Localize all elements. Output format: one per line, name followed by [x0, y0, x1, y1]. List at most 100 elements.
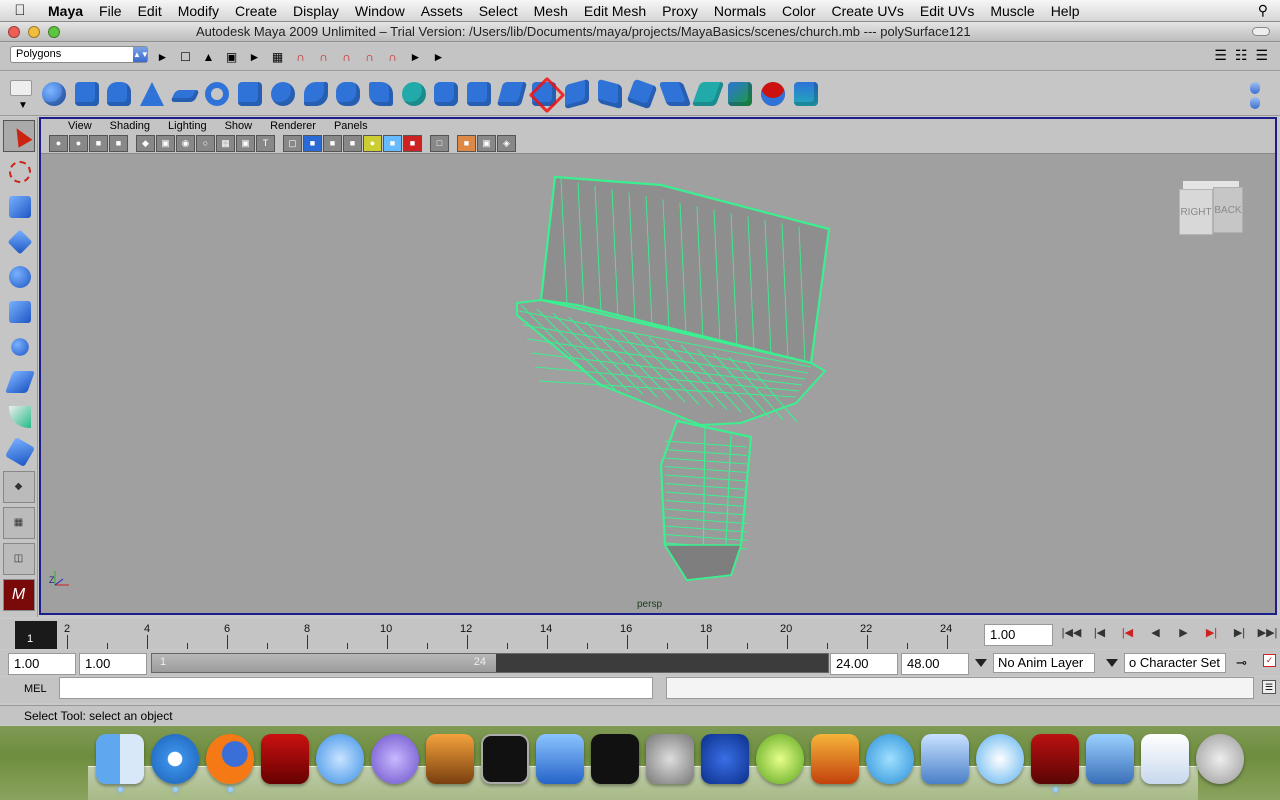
single-perspective-layout-button[interactable]: ◆	[2, 471, 35, 503]
panel-menu-lighting[interactable]: Lighting	[159, 119, 216, 134]
snap-plane-magnet-icon[interactable]: ∩	[359, 47, 380, 67]
play-backwards-icon[interactable]: ◀	[1142, 625, 1169, 641]
select-camera-icon[interactable]: ●	[49, 135, 68, 152]
playback-start-field[interactable]: 1.00	[79, 653, 147, 675]
word-icon[interactable]	[536, 734, 584, 784]
go-to-end-icon[interactable]: ▶▶|	[1254, 625, 1280, 641]
smooth-shade-icon[interactable]: ■	[303, 135, 322, 152]
perspective-viewport[interactable]: View Shading Lighting Show Renderer Pane…	[39, 117, 1277, 615]
finder-icon[interactable]	[96, 734, 144, 792]
safari-icon[interactable]	[151, 734, 199, 792]
select-tool[interactable]	[2, 120, 35, 152]
combine-icon[interactable]	[234, 76, 266, 112]
menu-muscle[interactable]: Muscle	[982, 0, 1042, 22]
step-back-frame-icon[interactable]: |◀	[1086, 625, 1113, 641]
menu-select[interactable]: Select	[471, 0, 526, 22]
camera-attributes-icon[interactable]: ●	[69, 135, 88, 152]
menu-create[interactable]: Create	[227, 0, 285, 22]
merge-vertices-icon[interactable]	[724, 76, 756, 112]
gate-mask-icon[interactable]: ○	[196, 135, 215, 152]
channel-box-icon[interactable]: ☰	[1255, 47, 1268, 64]
poly-cube-icon[interactable]	[71, 76, 103, 112]
extrude-icon[interactable]	[496, 76, 528, 112]
isolate-select-icon[interactable]: □	[430, 135, 449, 152]
menu-help[interactable]: Help	[1043, 0, 1088, 22]
boolean-difference-icon[interactable]	[398, 76, 430, 112]
snap-point-magnet-icon[interactable]: ∩	[336, 47, 357, 67]
menu-proxy[interactable]: Proxy	[654, 0, 706, 22]
split-polygon-icon[interactable]	[626, 76, 658, 112]
save-scene-icon[interactable]: ▣	[221, 47, 242, 67]
frog-icon[interactable]	[701, 734, 749, 784]
go-to-start-icon[interactable]: |◀◀	[1058, 625, 1085, 641]
current-frame-marker[interactable]: 1	[15, 621, 57, 649]
menu-edit-uvs[interactable]: Edit UVs	[912, 0, 982, 22]
textured-icon[interactable]: ■	[383, 135, 402, 152]
step-back-key-icon[interactable]: |◀	[1114, 625, 1141, 641]
menu-window[interactable]: Window	[347, 0, 413, 22]
anim-layer-chevron-icon[interactable]	[975, 659, 987, 667]
view-cube[interactable]: RIGHT BACK	[1179, 181, 1243, 241]
zoom-window-button[interactable]	[48, 25, 60, 38]
panel-menu-shading[interactable]: Shading	[101, 119, 159, 134]
boolean-union-icon[interactable]	[365, 76, 397, 112]
menu-file[interactable]: File	[91, 0, 130, 22]
lasso-tool[interactable]	[3, 155, 35, 187]
character-set-chevron-icon[interactable]	[1106, 659, 1118, 667]
time-slider-track[interactable]: 2 4 6 8 10 12 14 16 18 20 22 24	[15, 621, 977, 649]
shelf-tabs-toggle[interactable]: ▼	[10, 80, 36, 112]
wireframe-on-shaded-icon[interactable]: ■	[323, 135, 342, 152]
universal-manipulator-tool[interactable]	[3, 330, 35, 362]
safe-action-icon[interactable]: ▣	[236, 135, 255, 152]
panel-menu-renderer[interactable]: Renderer	[261, 119, 325, 134]
new-scene-icon[interactable]: ☐	[175, 47, 196, 67]
rotate-tool[interactable]	[3, 260, 35, 292]
insert-edge-loop-icon[interactable]	[658, 76, 692, 112]
animation-end-field[interactable]: 48.00	[901, 653, 969, 675]
animation-preferences-icon[interactable]: ✓	[1263, 654, 1276, 667]
shelf-scroll-up-icon[interactable]	[1250, 82, 1260, 94]
menu-edit[interactable]: Edit	[130, 0, 170, 22]
field-chart-icon[interactable]: ▦	[216, 135, 235, 152]
itunes-icon[interactable]	[316, 734, 364, 784]
xray-joints-icon[interactable]: ■	[457, 135, 476, 152]
poly-plane-icon[interactable]	[169, 76, 201, 112]
soft-modification-icon[interactable]	[790, 76, 822, 112]
menu-mesh[interactable]: Mesh	[526, 0, 576, 22]
tool-settings-icon[interactable]: ☷	[1235, 47, 1248, 64]
flash-icon[interactable]	[811, 734, 859, 784]
snap-live-magnet-icon[interactable]: ∩	[382, 47, 403, 67]
grid-icon[interactable]: ◆	[136, 135, 155, 152]
frame-selected-icon[interactable]: ◈	[497, 135, 516, 152]
mel-command-input[interactable]	[59, 677, 653, 699]
snap-grid-magnet-icon[interactable]: ∩	[290, 47, 311, 67]
last-tool-used[interactable]	[3, 435, 35, 468]
panel-menu-view[interactable]: View	[59, 119, 101, 134]
persp-outliner-layout-button[interactable]: ◫	[2, 543, 35, 575]
collapse-arrow-icon[interactable]: ►	[405, 47, 426, 67]
menu-app[interactable]: Maya	[40, 0, 91, 22]
move-tool[interactable]	[3, 225, 35, 257]
trash-icon[interactable]	[1196, 734, 1244, 784]
menu-assets[interactable]: Assets	[413, 0, 471, 22]
xcode-icon[interactable]	[591, 734, 639, 784]
command-language-label[interactable]: MEL	[24, 683, 47, 695]
show-manipulator-tool[interactable]	[3, 400, 35, 432]
bevel-icon[interactable]	[594, 76, 626, 112]
open-scene-icon[interactable]: ▲	[198, 47, 219, 67]
script-editor-icon[interactable]: ☰	[1262, 680, 1276, 694]
lights-icon[interactable]: ●	[363, 135, 382, 152]
limewire-icon[interactable]	[756, 734, 804, 784]
photo-booth-icon[interactable]	[261, 734, 309, 784]
time-slider[interactable]: 2 4 6 8 10 12 14 16 18 20 22 24 1 1.00 |◀◀ |◀ |◀ ◀ …	[0, 619, 1280, 649]
bridge-icon[interactable]	[528, 76, 560, 112]
range-slider[interactable]: 1 24	[151, 653, 829, 673]
high-quality-icon[interactable]: ■	[403, 135, 422, 152]
shelf-scroll-buttons[interactable]	[1250, 82, 1260, 110]
boolean-intersection-icon[interactable]	[430, 76, 462, 112]
instruments-icon[interactable]	[371, 734, 419, 784]
current-time-field[interactable]: 1.00	[984, 624, 1053, 646]
close-window-button[interactable]	[8, 25, 20, 38]
resolution-gate-icon[interactable]: ◉	[176, 135, 195, 152]
poly-torus-icon[interactable]	[201, 76, 233, 112]
